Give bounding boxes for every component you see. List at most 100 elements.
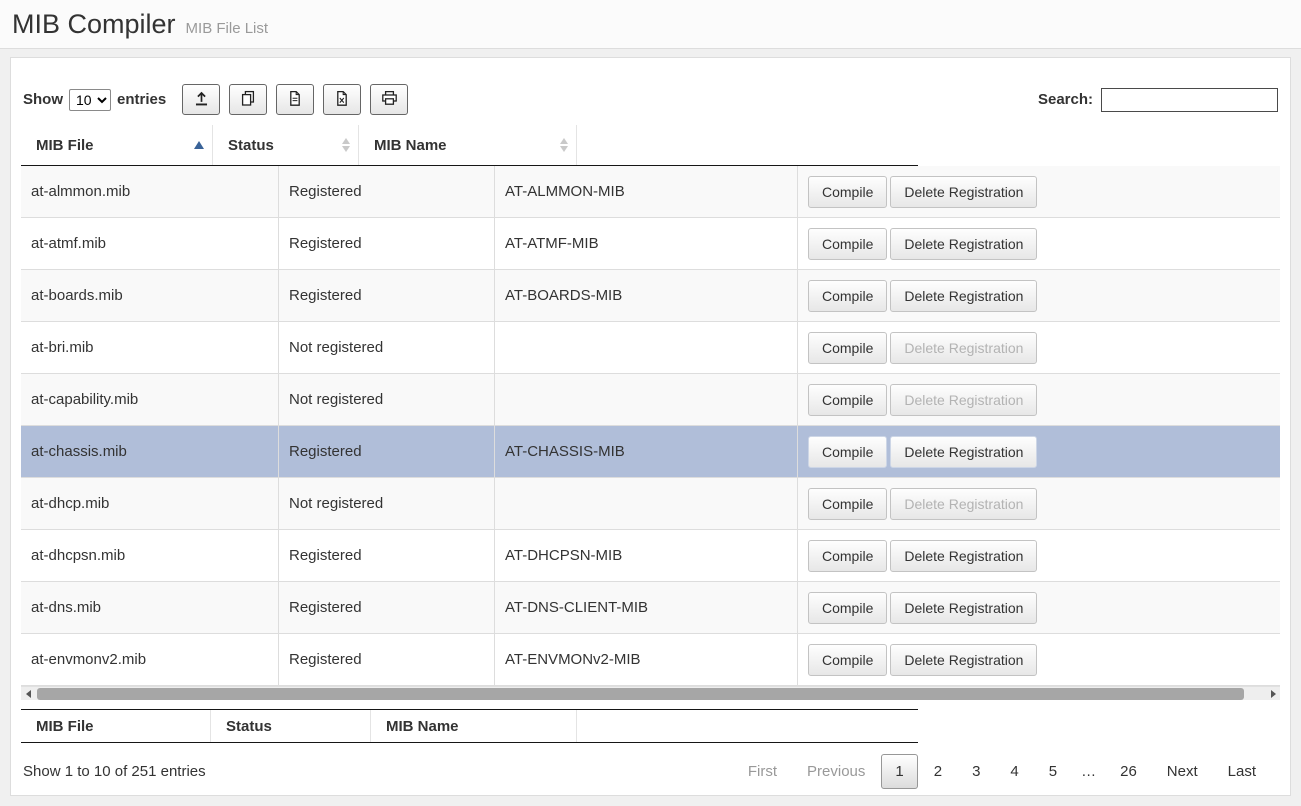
upload-button[interactable] [182, 84, 220, 115]
row-actions-cell: Compile Delete Registration [798, 218, 1280, 269]
row-actions-cell: Compile Delete Registration [798, 426, 1280, 477]
compile-button[interactable]: Compile [808, 228, 887, 260]
table-row[interactable]: at-bri.mib Not registered Compile Delete… [21, 322, 1280, 374]
delete-registration-button[interactable]: Delete Registration [890, 488, 1037, 520]
pagination-4[interactable]: 4 [996, 754, 1032, 789]
mib-name-cell: AT-DNS-CLIENT-MIB [495, 582, 798, 633]
status-cell: Registered [279, 582, 495, 633]
footer-column-header-status: Status [211, 710, 371, 742]
delete-registration-button[interactable]: Delete Registration [890, 332, 1037, 364]
column-header-label: Status [228, 137, 274, 154]
delete-registration-button[interactable]: Delete Registration [890, 644, 1037, 676]
entries-label: entries [117, 91, 166, 108]
delete-registration-button[interactable]: Delete Registration [890, 280, 1037, 312]
compile-button[interactable]: Compile [808, 540, 887, 572]
mib-file-list-panel: Show 10 entries [10, 57, 1291, 796]
column-header-mib-name[interactable]: MIB Name [359, 125, 577, 165]
row-actions-cell: Compile Delete Registration [798, 166, 1280, 217]
toolbar [182, 84, 408, 115]
sort-icon [342, 138, 350, 152]
column-header-mib-file[interactable]: MIB File [21, 125, 213, 165]
scrollbar-thumb[interactable] [37, 688, 1244, 700]
delete-registration-button[interactable]: Delete Registration [890, 540, 1037, 572]
scrollbar-left-arrow-icon[interactable] [21, 687, 35, 701]
row-actions-cell: Compile Delete Registration [798, 530, 1280, 581]
column-header-status[interactable]: Status [213, 125, 359, 165]
delete-registration-button[interactable]: Delete Registration [890, 384, 1037, 416]
csv-export-button[interactable] [276, 84, 314, 115]
table-body: at-almmon.mib Registered AT-ALMMON-MIB C… [21, 166, 1280, 686]
status-cell: Not registered [279, 322, 495, 373]
page-title: MIB Compiler [12, 9, 176, 39]
excel-export-button[interactable] [323, 84, 361, 115]
compile-button[interactable]: Compile [808, 176, 887, 208]
entries-select[interactable]: 10 [69, 89, 111, 111]
row-actions-cell: Compile Delete Registration [798, 374, 1280, 425]
pagination-2[interactable]: 2 [920, 754, 956, 789]
copy-button[interactable] [229, 84, 267, 115]
pagination-previous[interactable]: Previous [793, 754, 879, 789]
mib-file-cell: at-dhcp.mib [21, 478, 279, 529]
mib-file-cell: at-chassis.mib [21, 426, 279, 477]
mib-name-cell [495, 374, 798, 425]
pagination-1[interactable]: 1 [881, 754, 917, 789]
page-length-control: Show 10 entries [23, 89, 166, 111]
pagination-5[interactable]: 5 [1035, 754, 1071, 789]
table-bottom-bar: Show 1 to 10 of 251 entries FirstPreviou… [21, 749, 1280, 793]
mib-file-cell: at-dhcpsn.mib [21, 530, 279, 581]
compile-button[interactable]: Compile [808, 592, 887, 624]
status-cell: Registered [279, 530, 495, 581]
pagination-3[interactable]: 3 [958, 754, 994, 789]
table-row[interactable]: at-almmon.mib Registered AT-ALMMON-MIB C… [21, 166, 1280, 218]
compile-button[interactable]: Compile [808, 488, 887, 520]
table-row[interactable]: at-atmf.mib Registered AT-ATMF-MIB Compi… [21, 218, 1280, 270]
compile-button[interactable]: Compile [808, 384, 887, 416]
upload-icon [193, 90, 210, 110]
table-row[interactable]: at-dhcp.mib Not registered Compile Delet… [21, 478, 1280, 530]
pagination-26[interactable]: 26 [1106, 754, 1151, 789]
table-row[interactable]: at-chassis.mib Registered AT-CHASSIS-MIB… [21, 426, 1280, 478]
table-row[interactable]: at-envmonv2.mib Registered AT-ENVMONv2-M… [21, 634, 1280, 686]
pagination-ellipsis: … [1073, 754, 1104, 789]
footer-column-header-mib-file: MIB File [21, 710, 211, 742]
table-header-row: MIB File Status MIB Name [21, 125, 918, 166]
mib-file-cell: at-almmon.mib [21, 166, 279, 217]
footer-column-header-actions [577, 710, 918, 742]
table-row[interactable]: at-dns.mib Registered AT-DNS-CLIENT-MIB … [21, 582, 1280, 634]
page-subtitle: MIB File List [186, 20, 269, 37]
compile-button[interactable]: Compile [808, 436, 887, 468]
table-row[interactable]: at-boards.mib Registered AT-BOARDS-MIB C… [21, 270, 1280, 322]
pagination-first[interactable]: First [734, 754, 791, 789]
mib-file-cell: at-envmonv2.mib [21, 634, 279, 685]
status-cell: Registered [279, 218, 495, 269]
sort-asc-icon [194, 141, 204, 149]
compile-button[interactable]: Compile [808, 644, 887, 676]
delete-registration-button[interactable]: Delete Registration [890, 436, 1037, 468]
compile-button[interactable]: Compile [808, 280, 887, 312]
search-input[interactable] [1101, 88, 1278, 112]
pagination-next[interactable]: Next [1153, 754, 1212, 789]
mib-file-cell: at-bri.mib [21, 322, 279, 373]
mib-file-cell: at-capability.mib [21, 374, 279, 425]
search-label: Search: [1038, 91, 1093, 108]
horizontal-scrollbar[interactable] [21, 686, 1280, 700]
pagination-last[interactable]: Last [1214, 754, 1270, 789]
status-cell: Not registered [279, 374, 495, 425]
table-row[interactable]: at-capability.mib Not registered Compile… [21, 374, 1280, 426]
status-cell: Registered [279, 634, 495, 685]
table-row[interactable]: at-dhcpsn.mib Registered AT-DHCPSN-MIB C… [21, 530, 1280, 582]
delete-registration-button[interactable]: Delete Registration [890, 176, 1037, 208]
delete-registration-button[interactable]: Delete Registration [890, 592, 1037, 624]
mib-name-cell [495, 478, 798, 529]
row-actions-cell: Compile Delete Registration [798, 322, 1280, 373]
row-actions-cell: Compile Delete Registration [798, 270, 1280, 321]
status-cell: Not registered [279, 478, 495, 529]
delete-registration-button[interactable]: Delete Registration [890, 228, 1037, 260]
column-header-actions[interactable] [577, 125, 918, 165]
scrollbar-right-arrow-icon[interactable] [1266, 687, 1280, 701]
print-button[interactable] [370, 84, 408, 115]
status-cell: Registered [279, 166, 495, 217]
compile-button[interactable]: Compile [808, 332, 887, 364]
mib-file-cell: at-boards.mib [21, 270, 279, 321]
mib-name-cell: AT-CHASSIS-MIB [495, 426, 798, 477]
